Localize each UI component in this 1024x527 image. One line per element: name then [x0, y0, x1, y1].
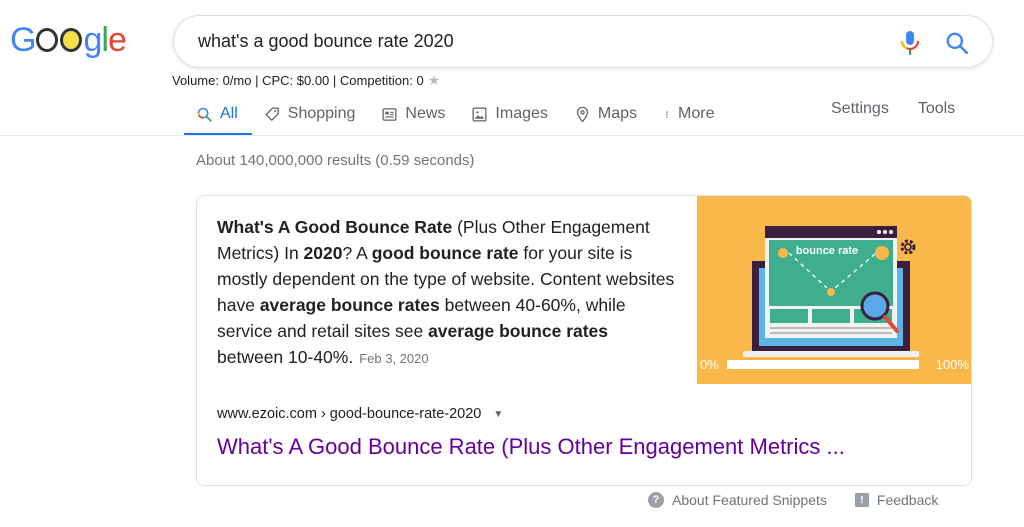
more-vert-icon: [666, 110, 668, 118]
header-divider: [0, 135, 1024, 136]
result-cite: www.ezoic.com › good-bounce-rate-2020 ▼: [217, 406, 503, 422]
panel-block: [812, 309, 850, 323]
scale-max-label: 100%: [936, 357, 970, 372]
snippet-highlight: 2020: [303, 243, 343, 263]
caret-down-icon[interactable]: ▼: [493, 409, 503, 420]
snippet-highlight: What's A Good Bounce Rate: [217, 217, 453, 237]
snippet-date: Feb 3, 2020: [359, 351, 429, 366]
result-title-link[interactable]: What's A Good Bounce Rate (Plus Other En…: [217, 434, 845, 460]
tab-news[interactable]: News: [369, 92, 459, 136]
node-dot: [778, 248, 788, 258]
node-dot: [827, 288, 835, 296]
image-icon: [472, 106, 487, 122]
microphone-icon[interactable]: [898, 29, 922, 57]
snippet-highlight: good bounce rate: [371, 243, 519, 263]
tab-images[interactable]: Images: [459, 92, 561, 136]
snippet-body: What's A Good Bounce Rate (Plus Other En…: [217, 217, 674, 367]
tab-shopping[interactable]: Shopping: [252, 92, 370, 136]
laptop-base: [743, 351, 919, 357]
settings-link[interactable]: Settings: [831, 100, 889, 118]
snippet-highlight: average bounce rates: [428, 321, 609, 341]
doodle-ball-icon: [60, 28, 83, 52]
map-pin-icon: [576, 106, 588, 123]
tab-label: All: [220, 105, 238, 122]
snippet-thumbnail[interactable]: bounce rate 0% 100%: [697, 196, 972, 384]
window-dot: [889, 230, 893, 234]
tab-more[interactable]: More: [651, 92, 728, 136]
tag-icon: [265, 106, 279, 121]
tab-label: Shopping: [287, 105, 356, 122]
tab-label: More: [678, 105, 715, 122]
search-icon[interactable]: [944, 30, 970, 56]
snippet-footer: ? About Featured Snippets ! Feedback: [648, 492, 938, 508]
tab-label: News: [405, 105, 446, 122]
panel-block: [770, 309, 808, 323]
window-dot: [877, 230, 881, 234]
tools-link[interactable]: Tools: [918, 100, 955, 118]
newspaper-icon: [382, 107, 397, 121]
feedback-icon: !: [854, 493, 869, 507]
result-stats: About 140,000,000 results (0.59 seconds): [196, 152, 475, 169]
cite-url: www.ezoic.com › good-bounce-rate-2020: [217, 406, 482, 422]
feedback-link[interactable]: Feedback: [877, 492, 938, 508]
google-logo[interactable]: G gle: [10, 20, 127, 60]
snippet-segment: between 10-40%.: [217, 347, 354, 367]
about-featured-snippets-link[interactable]: About Featured Snippets: [672, 492, 827, 508]
keyword-stats-text: Volume: 0/mo | CPC: $0.00 | Competition:…: [172, 73, 424, 88]
search-tools: Settings Tools: [831, 92, 955, 126]
help-icon: ?: [648, 492, 664, 508]
progress-bar: [727, 360, 919, 369]
node-dot: [875, 246, 889, 260]
tab-all[interactable]: All: [184, 92, 252, 136]
star-icon[interactable]: ★: [428, 72, 441, 89]
snippet-highlight: average bounce rates: [259, 295, 440, 315]
magnifier-icon: [860, 291, 890, 321]
search-tabs: All Shopping News Images Maps More: [184, 92, 728, 136]
tab-label: Maps: [597, 105, 638, 122]
doodle-face-icon: [36, 28, 59, 52]
scale-min-label: 0%: [700, 357, 719, 372]
search-icon: [197, 107, 212, 122]
snippet-text: What's A Good Bounce Rate (Plus Other En…: [217, 214, 677, 372]
search-box: [173, 15, 993, 68]
featured-snippet: What's A Good Bounce Rate (Plus Other En…: [196, 195, 972, 486]
tab-maps[interactable]: Maps: [562, 92, 651, 136]
keyword-stats: Volume: 0/mo | CPC: $0.00 | Competition:…: [172, 72, 440, 89]
search-input[interactable]: [198, 31, 878, 52]
snippet-segment: ? A: [342, 243, 372, 263]
tab-label: Images: [495, 105, 548, 122]
doodle-logo: G gle: [10, 20, 127, 59]
thumbnail-label: bounce rate: [796, 245, 858, 257]
window-dot: [883, 230, 887, 234]
